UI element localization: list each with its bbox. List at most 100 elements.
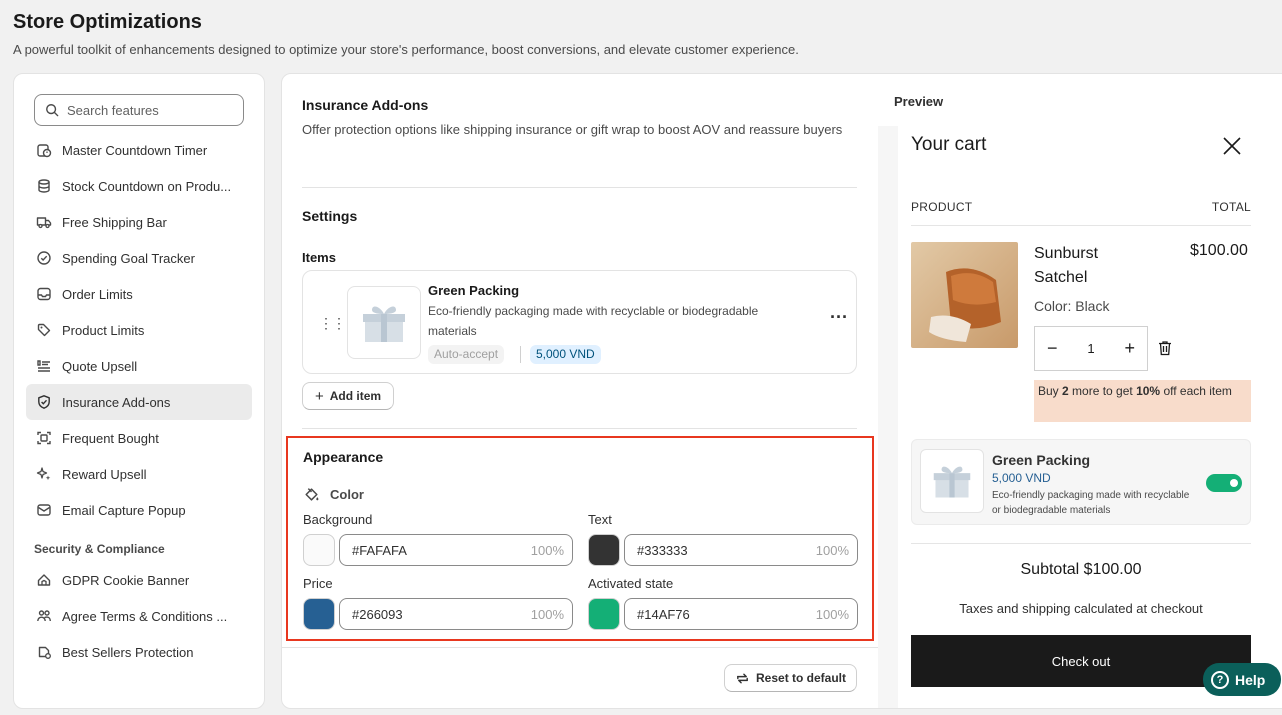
sidebar-item-label: Reward Upsell — [62, 466, 147, 482]
product-column-header: PRODUCT — [911, 200, 973, 214]
sidebar-item-spending-goal-tracker[interactable]: Spending Goal Tracker — [26, 240, 252, 276]
auto-accept-badge: Auto-accept — [428, 345, 505, 364]
more-actions-icon[interactable]: ··· — [830, 307, 848, 328]
hex-value: #FAFAFA — [352, 542, 407, 558]
addon-description: Eco-friendly packaging made with recycla… — [992, 490, 1190, 516]
section-heading-security: Security & Compliance — [34, 542, 165, 556]
sidebar-item-frequent-bought[interactable]: Frequent Bought — [26, 420, 252, 456]
sidebar-item-stock-countdown[interactable]: Stock Countdown on Produ... — [26, 168, 252, 204]
timer-icon — [37, 144, 52, 158]
preview-label: Preview — [894, 94, 944, 109]
gift-box-icon — [363, 306, 405, 342]
price-hex-input[interactable]: #266093 100% — [339, 598, 573, 630]
promo-percent: 10% — [1136, 384, 1161, 398]
sidebar-item-insurance-add-ons[interactable]: Insurance Add-ons — [26, 384, 252, 420]
sidebar-item-label: GDPR Cookie Banner — [62, 572, 190, 588]
price-swatch[interactable] — [303, 598, 335, 630]
reset-label: Reset to default — [756, 671, 847, 685]
tag-icon — [37, 323, 51, 337]
main-panel: Insurance Add-ons Offer protection optio… — [281, 73, 1282, 709]
addon-price: 5,000 VND — [992, 471, 1051, 485]
sidebar-item-label: Quote Upsell — [62, 358, 138, 374]
drag-handle-icon[interactable]: ⋮⋮ — [319, 315, 346, 332]
badge-divider — [520, 346, 521, 363]
price-label: Price — [303, 576, 333, 591]
divider — [911, 543, 1251, 544]
plus-icon[interactable]: + — [1124, 338, 1135, 359]
product-image — [911, 242, 1018, 348]
minus-icon[interactable]: − — [1047, 338, 1058, 359]
sidebar-item-master-countdown-timer[interactable]: Master Countdown Timer — [26, 132, 252, 168]
sidebar-item-free-shipping-bar[interactable]: Free Shipping Bar — [26, 204, 252, 240]
color-label: Color — [330, 487, 364, 502]
addon-toggle[interactable] — [1206, 474, 1242, 492]
promo-text: more to get — [1068, 384, 1137, 398]
background-hex-input[interactable]: #FAFAFA 100% — [339, 534, 573, 566]
text-hex-input[interactable]: #333333 100% — [624, 534, 858, 566]
sidebar-item-reward-upsell[interactable]: Reward Upsell — [26, 456, 252, 492]
hex-value: #333333 — [637, 542, 688, 558]
sidebar-item-label: Insurance Add-ons — [62, 394, 171, 410]
items-heading: Items — [302, 250, 336, 265]
sidebar-item-label: Order Limits — [62, 286, 133, 302]
scan-icon — [37, 431, 51, 445]
sidebar-item-label: Email Capture Popup — [62, 502, 186, 518]
protect-icon — [38, 646, 51, 659]
add-item-label: Add item — [329, 389, 382, 403]
activated-state-hex-input[interactable]: #14AF76 100% — [624, 598, 858, 630]
appearance-section: Appearance Color Background #FAFAFA 100%… — [286, 436, 874, 641]
sidebar: Master Countdown Timer Stock Countdown o… — [13, 73, 265, 709]
trash-icon[interactable] — [1158, 340, 1172, 356]
cart-drawer: Your cart PRODUCT TOTAL Sunburst Satchel… — [898, 126, 1282, 708]
promo-text: off each item — [1160, 384, 1232, 398]
sidebar-item-email-capture-popup[interactable]: Email Capture Popup — [26, 492, 252, 528]
divider — [282, 647, 878, 648]
settings-heading: Settings — [302, 208, 358, 224]
sidebar-item-agree-terms[interactable]: Agree Terms & Conditions ... — [26, 598, 252, 634]
sidebar-item-gdpr-cookie-banner[interactable]: GDPR Cookie Banner — [26, 562, 252, 598]
opacity-value: 100% — [815, 542, 849, 558]
checkout-button[interactable]: Check out — [911, 635, 1251, 687]
reset-to-default-button[interactable]: Reset to default — [724, 664, 858, 692]
text-swatch[interactable] — [588, 534, 620, 566]
total-column-header: TOTAL — [1211, 200, 1251, 214]
search-input[interactable] — [67, 102, 237, 118]
sidebar-item-label: Product Limits — [62, 322, 145, 338]
help-button[interactable]: ? Help — [1203, 663, 1281, 696]
search-box[interactable] — [34, 94, 244, 126]
background-swatch[interactable] — [303, 534, 335, 566]
quantity-value: 1 — [1087, 341, 1095, 356]
product-variant: Color: Black — [1034, 298, 1110, 314]
people-icon — [37, 610, 51, 622]
close-icon[interactable] — [1220, 134, 1244, 158]
product-price: $100.00 — [1190, 242, 1248, 259]
opacity-value: 100% — [530, 606, 564, 622]
divider — [302, 428, 857, 429]
shield-icon — [38, 395, 50, 409]
sidebar-item-label: Best Sellers Protection — [62, 644, 194, 660]
promo-message: Buy 2 more to get 10% off each item — [1034, 380, 1251, 422]
add-item-button[interactable]: + Add item — [302, 382, 395, 410]
section-title: Insurance Add-ons — [302, 97, 429, 113]
check-circle-icon — [37, 251, 51, 265]
reset-icon — [737, 673, 748, 683]
section-description: Offer protection options like shipping i… — [302, 122, 843, 137]
promo-text: Buy — [1038, 384, 1063, 398]
cart-title: Your cart — [911, 134, 987, 155]
color-subheading: Color — [303, 486, 364, 503]
mail-icon — [37, 504, 51, 516]
activated-state-swatch[interactable] — [588, 598, 620, 630]
sidebar-item-label: Frequent Bought — [62, 430, 159, 446]
item-card[interactable]: ⋮⋮ Green Packing Eco-friendly packaging … — [302, 270, 857, 374]
page-title: Store Optimizations — [13, 11, 202, 33]
sidebar-item-product-limits[interactable]: Product Limits — [26, 312, 252, 348]
hex-value: #14AF76 — [637, 606, 690, 622]
sidebar-item-quote-upsell[interactable]: Quote Upsell — [26, 348, 252, 384]
divider — [302, 187, 857, 188]
sidebar-item-best-sellers-protection[interactable]: Best Sellers Protection — [26, 634, 252, 670]
taxes-note: Taxes and shipping calculated at checkou… — [959, 601, 1203, 616]
insurance-addon-card: Green Packing 5,000 VND Eco-friendly pac… — [911, 439, 1251, 525]
search-icon — [46, 104, 59, 117]
price-badge: 5,000 VND — [530, 345, 601, 364]
sidebar-item-order-limits[interactable]: Order Limits — [26, 276, 252, 312]
